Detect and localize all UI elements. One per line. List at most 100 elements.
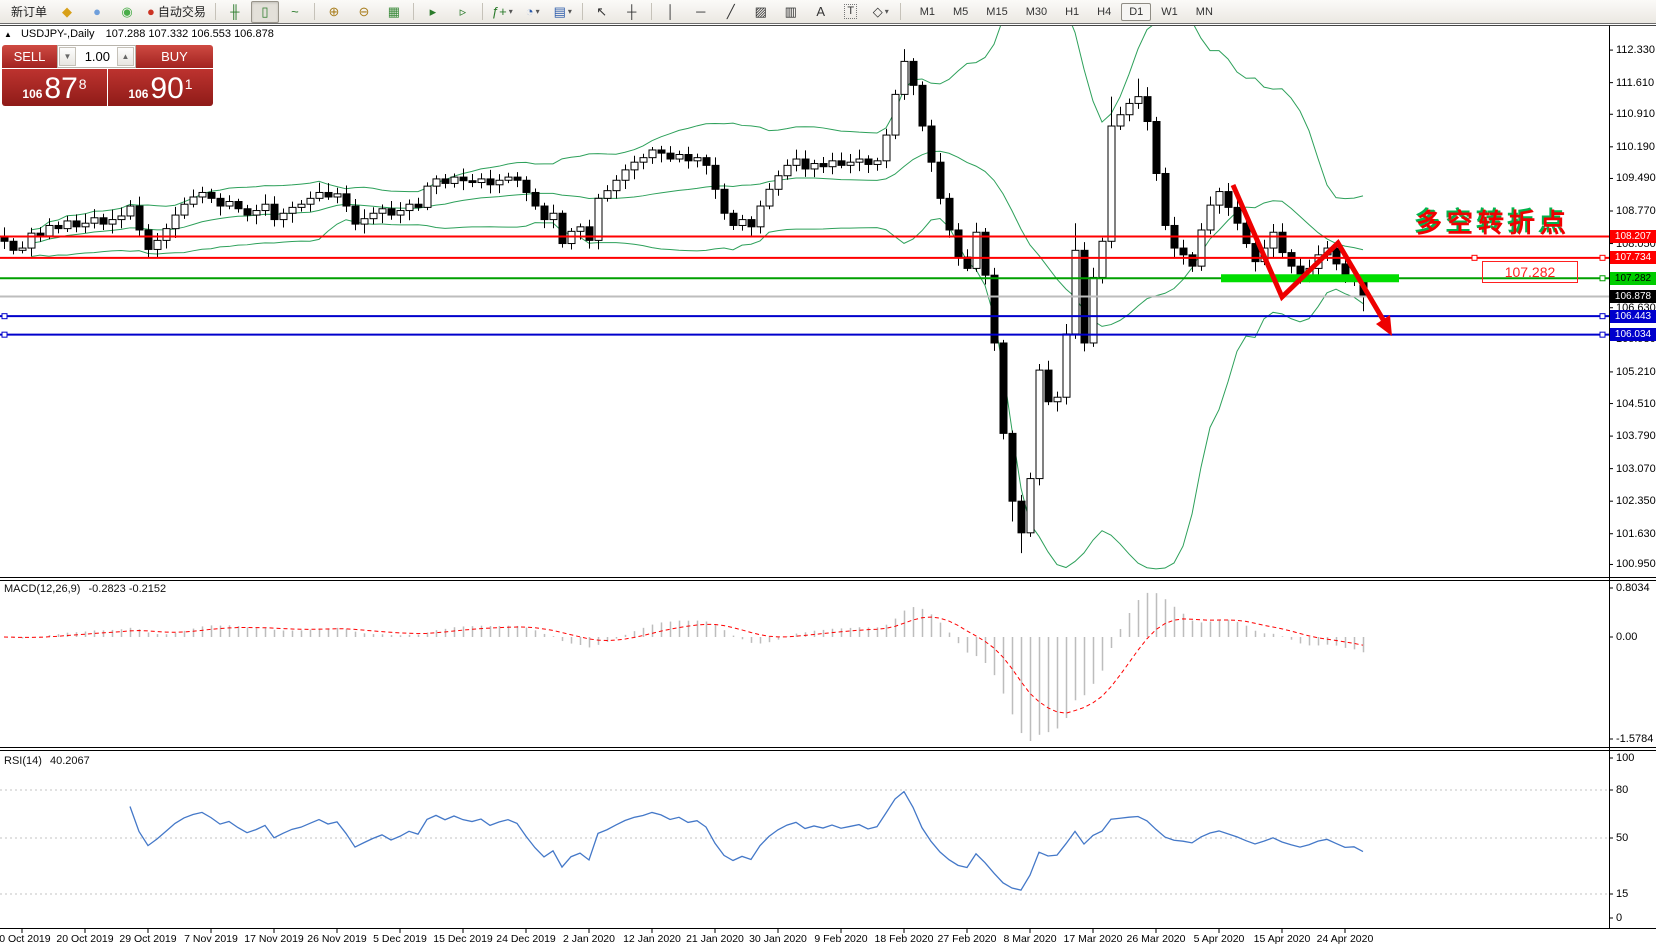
price-tick-110.910: 110.910 — [1616, 108, 1655, 120]
pane-frames — [0, 26, 1656, 930]
date-5: 26 Nov 2019 — [307, 933, 367, 945]
vertical-line-button[interactable]: │ — [657, 1, 685, 23]
sell-price[interactable]: 106 87 8 — [2, 69, 107, 106]
tile-windows-button-icon: ▦ — [388, 2, 400, 22]
timeframe-w1[interactable]: W1 — [1153, 3, 1186, 21]
volume-up-button[interactable]: ▲ — [117, 47, 134, 66]
timeframe-d1[interactable]: D1 — [1121, 3, 1151, 21]
periods-button-icon: ◔ — [526, 2, 534, 22]
text-label-button[interactable]: T — [837, 1, 865, 23]
price-level-label[interactable]: 107.282 — [1482, 261, 1578, 283]
periods-button-dropdown-icon[interactable]: ▾ — [536, 7, 540, 16]
macd-title: MACD(12,26,9) — [4, 583, 80, 595]
timeframe-group: M1M5M15M30H1H4D1W1MN — [911, 3, 1222, 21]
timeframe-m5[interactable]: M5 — [945, 3, 976, 21]
date-11: 21 Jan 2020 — [686, 933, 744, 945]
signals-icon-icon: ◉ — [121, 2, 132, 22]
date-15: 27 Feb 2020 — [938, 933, 997, 945]
timeframe-m15[interactable]: M15 — [978, 3, 1015, 21]
equidistant-channel-button[interactable]: ▨ — [747, 1, 775, 23]
crosshair-button-icon: ┼ — [627, 2, 636, 22]
macd-values: -0.2823 -0.2152 — [88, 583, 166, 595]
periods-button[interactable]: ◔▾ — [519, 1, 547, 23]
cursor-button[interactable]: ↖ — [588, 1, 616, 23]
timeframe-h1[interactable]: H1 — [1057, 3, 1087, 21]
horizontal-line-button[interactable]: ─ — [687, 1, 715, 23]
volume-value[interactable]: 1.00 — [77, 46, 116, 67]
price-tick-100.950: 100.950 — [1616, 558, 1656, 570]
line-chart-button-icon: ~ — [291, 2, 299, 22]
community-icon[interactable]: ● — [83, 1, 111, 23]
text-button[interactable]: A — [807, 1, 835, 23]
bb-lower — [31, 218, 1363, 568]
rsi-scale-100: 100 — [1616, 752, 1634, 764]
rsi-title: RSI(14) — [4, 755, 42, 767]
buy-price-main: 90 — [150, 74, 183, 104]
fibonacci-button[interactable]: ▥ — [777, 1, 805, 23]
rsi-scale-0: 0 — [1616, 912, 1622, 924]
chart-profile-icon[interactable]: ◆ — [53, 1, 81, 23]
timeframe-h4[interactable]: H4 — [1089, 3, 1119, 21]
toolbar-separator — [651, 3, 652, 20]
horizontal-line-button-icon: ─ — [696, 2, 705, 22]
date-12: 30 Jan 2020 — [749, 933, 807, 945]
bollinger-bands — [31, 0, 1363, 569]
indicators-button[interactable]: ƒ+▾ — [488, 1, 517, 23]
horizontal-line-objects[interactable] — [0, 236, 1609, 337]
collapse-panel-icon[interactable]: ▲ — [4, 30, 12, 39]
toolbar-separator — [900, 3, 901, 20]
buy-button[interactable]: BUY — [136, 45, 213, 68]
price-tick-101.630: 101.630 — [1616, 528, 1656, 540]
one-click-trading-panel: SELL ▼ 1.00 ▲ BUY 106 87 8 106 90 1 — [2, 45, 213, 106]
candles-layer — [1, 49, 1367, 553]
templates-button[interactable]: ▤▾ — [549, 1, 577, 23]
date-13: 9 Feb 2020 — [814, 933, 867, 945]
toolbar-separator — [482, 3, 483, 20]
turning-point-annotation[interactable]: 多空转折点 — [1416, 203, 1571, 240]
bar-chart-button[interactable]: ╫ — [221, 1, 249, 23]
indicators-button-dropdown-icon[interactable]: ▾ — [509, 7, 513, 16]
support-zone-bar[interactable] — [1221, 274, 1399, 282]
line-chart-button[interactable]: ~ — [281, 1, 309, 23]
arrows-button-icon: ◇ — [873, 2, 883, 22]
text-label-button-icon: T — [844, 4, 857, 19]
price-tag-106.443: 106.443 — [1610, 310, 1656, 323]
signals-icon[interactable]: ◉ — [113, 1, 141, 23]
autotrading-button[interactable]: ●自动交易 — [143, 1, 210, 23]
arrows-button[interactable]: ◇▾ — [867, 1, 895, 23]
candlestick-chart-button[interactable]: ▯ — [251, 1, 279, 23]
crosshair-button[interactable]: ┼ — [618, 1, 646, 23]
date-4: 17 Nov 2019 — [244, 933, 304, 945]
date-18: 26 Mar 2020 — [1127, 933, 1186, 945]
chart-shift-button[interactable]: ▹ — [449, 1, 477, 23]
candlestick-chart-button-icon: ▯ — [261, 2, 268, 22]
trendline-button-icon: ╱ — [727, 2, 735, 22]
date-7: 15 Dec 2019 — [433, 933, 493, 945]
main-toolbar: 新订单◆●◉●自动交易╫▯~⊕⊖▦▸▹ƒ+▾◔▾▤▾↖┼│─╱▨▥AT◇▾M1M… — [0, 0, 1656, 24]
buy-price[interactable]: 106 90 1 — [108, 69, 213, 106]
auto-scroll-button[interactable]: ▸ — [419, 1, 447, 23]
new-order-button[interactable]: 新订单 — [4, 1, 51, 23]
zoom-out-button[interactable]: ⊖ — [350, 1, 378, 23]
date-1: 20 Oct 2019 — [56, 933, 113, 945]
templates-button-dropdown-icon[interactable]: ▾ — [568, 7, 572, 16]
timeframe-m30[interactable]: M30 — [1018, 3, 1055, 21]
price-tick-110.190: 110.190 — [1616, 141, 1655, 153]
price-tag-106.034: 106.034 — [1610, 328, 1656, 341]
price-tag-106.878: 106.878 — [1610, 290, 1656, 303]
timeframe-m1[interactable]: M1 — [912, 3, 943, 21]
rsi-pane — [0, 790, 1609, 894]
date-8: 24 Dec 2019 — [496, 933, 556, 945]
date-0: 10 Oct 2019 — [0, 933, 51, 945]
date-3: 7 Nov 2019 — [184, 933, 238, 945]
trendline-button[interactable]: ╱ — [717, 1, 745, 23]
timeframe-mn[interactable]: MN — [1188, 3, 1221, 21]
price-tick-111.610: 111.610 — [1616, 77, 1654, 89]
sell-button[interactable]: SELL — [2, 45, 57, 68]
price-tick-112.330: 112.330 — [1616, 44, 1655, 56]
tile-windows-button[interactable]: ▦ — [380, 1, 408, 23]
arrows-button-dropdown-icon[interactable]: ▾ — [885, 7, 889, 16]
volume-down-button[interactable]: ▼ — [59, 47, 76, 66]
zoom-in-button[interactable]: ⊕ — [320, 1, 348, 23]
date-6: 5 Dec 2019 — [373, 933, 427, 945]
